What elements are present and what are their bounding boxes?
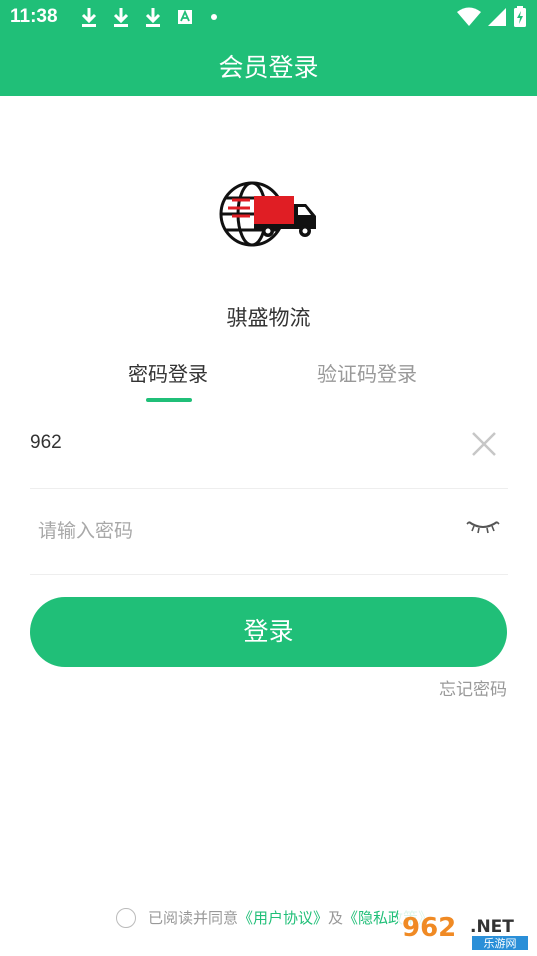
watermark-logo: 962 .NET 乐游网 xyxy=(398,910,531,952)
tab-password-login[interactable]: 密码登录 xyxy=(128,358,208,387)
tab-code-login[interactable]: 验证码登录 xyxy=(317,358,417,387)
wifi-icon xyxy=(457,7,481,26)
dot-icon xyxy=(211,14,217,20)
agreement-prefix: 已阅读并同意 xyxy=(148,909,239,927)
download-icon xyxy=(145,8,161,27)
notification-icons xyxy=(80,6,220,28)
forgot-password-link[interactable]: 忘记密码 xyxy=(439,675,507,700)
watermark-suffix: .NET xyxy=(470,917,514,937)
page-title: 会员登录 xyxy=(218,53,319,82)
eye-closed-icon[interactable] xyxy=(466,516,500,536)
login-button[interactable]: 登录 xyxy=(30,597,507,667)
signal-icon xyxy=(488,8,506,26)
download-icon xyxy=(81,8,97,27)
account-field[interactable]: 962 xyxy=(30,402,508,489)
system-icons xyxy=(457,6,527,28)
watermark-sub: 乐游网 xyxy=(484,937,517,950)
status-bar: 11:38 xyxy=(0,0,537,36)
battery-icon xyxy=(514,6,526,27)
status-time: 11:38 xyxy=(10,6,58,27)
agreement-and: 及 xyxy=(328,909,344,927)
globe-truck-icon xyxy=(219,181,316,247)
agreement-row: 已阅读并同意 《用户协议》 及 《隐私政策》 xyxy=(116,907,433,928)
password-field[interactable]: 请输入密码 xyxy=(30,488,508,575)
password-input[interactable]: 请输入密码 xyxy=(38,516,133,543)
user-agreement-link[interactable]: 《用户协议》 xyxy=(238,907,328,928)
app-bar: 会员登录 xyxy=(0,36,537,96)
download-icon xyxy=(113,8,129,27)
watermark-brand: 962 xyxy=(402,913,456,943)
clear-icon[interactable] xyxy=(470,430,498,458)
font-icon xyxy=(178,9,192,24)
app-name: 骐盛物流 xyxy=(226,306,311,330)
account-input[interactable]: 962 xyxy=(30,432,62,454)
agree-radio[interactable] xyxy=(116,907,136,928)
